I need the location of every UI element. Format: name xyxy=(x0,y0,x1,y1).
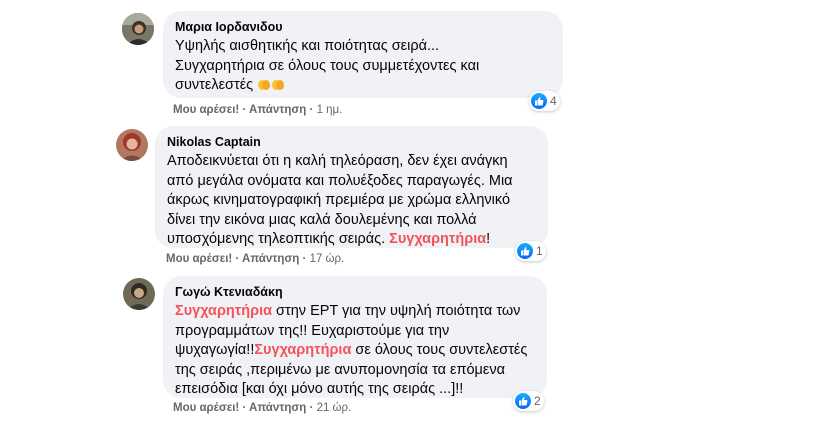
like-icon xyxy=(517,243,533,259)
comment-bubble: Γωγώ Κτενιαδάκη Συγχαρητήρια στην ΕΡΤ γι… xyxy=(163,276,547,398)
comment-line: της σειράς ,περιμένω με ανυπομονησία τα … xyxy=(175,361,505,378)
like-button[interactable]: Μου αρέσει! xyxy=(173,104,239,116)
comment-timestamp[interactable]: 17 ώρ. xyxy=(310,253,345,265)
comment-timestamp[interactable]: 21 ώρ. xyxy=(317,402,352,414)
like-icon xyxy=(515,393,531,409)
comment-line-text: σε όλους τους συντελεστές xyxy=(351,342,528,358)
separator: · xyxy=(299,253,310,265)
reaction-summary[interactable]: 1 xyxy=(515,241,546,261)
comment-line: συντελεστές xyxy=(175,76,551,96)
comment-bubble: Μαρια Ιορδανιδου Υψηλής αισθητικής και π… xyxy=(163,11,563,98)
comment-line: Υψηλής αισθητικής και ποιότητας σειρά... xyxy=(175,38,440,54)
comment-bubble: Nikolas Captain Αποδεικνύεται ότι η καλή… xyxy=(155,126,548,248)
reaction-summary[interactable]: 2 xyxy=(513,391,544,411)
comment-line: άκρως κινηματογραφική πρεμιέρα με χρώμα … xyxy=(167,192,511,208)
reaction-summary[interactable]: 4 xyxy=(529,91,560,111)
reply-button[interactable]: Απάντηση xyxy=(249,402,306,414)
comment-text: Συγχαρητήρια στην ΕΡΤ για την υψηλή ποιό… xyxy=(175,302,535,400)
separator: · xyxy=(239,402,250,414)
thumbs-up-icon xyxy=(535,97,544,106)
reaction-count: 2 xyxy=(534,394,541,408)
comment-line: Αποδεικνύεται ότι η καλή τηλεόραση, δεν … xyxy=(167,153,508,169)
comment-line-text: ψυχαγωγία!! xyxy=(175,342,255,358)
like-button[interactable]: Μου αρέσει! xyxy=(166,253,232,265)
separator: · xyxy=(239,104,250,116)
thumbs-up-icon xyxy=(519,397,528,406)
comment-line: δίνει την εικόνα μιας καλά δουλεμένης κα… xyxy=(167,211,477,228)
comment-line-text: συντελεστές xyxy=(175,77,254,93)
comment-line: υποσχόμενης τηλεοπτικής σειράς. Συγχαρητ… xyxy=(167,230,536,250)
clapping-hands-emoji xyxy=(258,80,271,90)
comment-text: Υψηλής αισθητικής και ποιότητας σειρά...… xyxy=(175,37,551,96)
highlighted-text: Συγχαρητήρια xyxy=(175,303,273,319)
comment-line-text: ! xyxy=(486,231,491,247)
clapping-hands-emoji xyxy=(272,80,285,90)
comment-line: ψυχαγωγία!!Συγχαρητήρια σε όλους τους συ… xyxy=(175,341,535,361)
separator: · xyxy=(232,253,243,265)
comment-line: Συγχαρητήρια στην ΕΡΤ για την υψηλή ποιό… xyxy=(175,302,535,322)
like-icon xyxy=(531,93,547,109)
avatar[interactable] xyxy=(123,278,155,310)
reply-button[interactable]: Απάντηση xyxy=(249,104,306,116)
comment-author[interactable]: Γωγώ Κτενιαδάκη xyxy=(175,284,535,300)
highlighted-text: Συγχαρητήρια xyxy=(254,342,352,358)
comment-author[interactable]: Nikolas Captain xyxy=(167,134,536,150)
comment-text: Αποδεικνύεται ότι η καλή τηλεόραση, δεν … xyxy=(167,152,536,250)
avatar-photo xyxy=(123,278,155,310)
avatar-photo xyxy=(122,13,154,45)
highlighted-text: Συγχαρητήρια xyxy=(389,231,487,247)
comment-line: από μεγάλα ονόματα και πολυέξοδες παραγω… xyxy=(167,172,513,189)
comment-line-text: υποσχόμενης τηλεοπτικής σειράς. xyxy=(167,231,390,247)
reaction-count: 1 xyxy=(536,244,543,258)
separator: · xyxy=(306,104,317,116)
comment-line-text: στην ΕΡΤ για την υψηλή ποιότητα των xyxy=(272,303,521,319)
avatar[interactable] xyxy=(122,13,154,45)
comment-timestamp[interactable]: 1 ημ. xyxy=(317,104,343,116)
avatar[interactable] xyxy=(116,129,148,161)
comment-line: Συγχαρητήρια σε όλους τους συμμετέχοντες… xyxy=(175,57,480,74)
comment-author[interactable]: Μαρια Ιορδανιδου xyxy=(175,19,551,35)
thumbs-up-icon xyxy=(521,247,530,256)
reply-button[interactable]: Απάντηση xyxy=(242,253,299,265)
reaction-count: 4 xyxy=(550,94,557,108)
like-button[interactable]: Μου αρέσει! xyxy=(173,402,239,414)
separator: · xyxy=(306,402,317,414)
comment-actions: Μου αρέσει! · Απάντηση · 17 ώρ. xyxy=(166,252,344,266)
comment-line: προγραμμάτων της!! Ευχαριστούμε για την xyxy=(175,322,450,339)
avatar-photo xyxy=(116,129,148,161)
comment-actions: Μου αρέσει! · Απάντηση · 21 ώρ. xyxy=(173,401,351,415)
comment-line: επεισόδια [και όχι μόνο αυτής της σειράς… xyxy=(175,381,464,397)
comment-actions: Μου αρέσει! · Απάντηση · 1 ημ. xyxy=(173,103,342,117)
